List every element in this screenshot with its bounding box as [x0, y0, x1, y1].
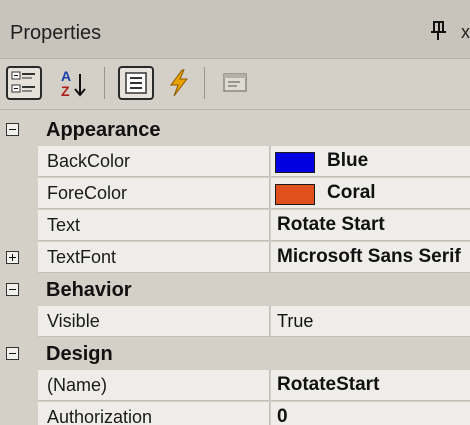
property-row[interactable]: Visible True — [0, 306, 470, 338]
events-button[interactable] — [162, 66, 198, 100]
properties-toolbar: A Z — [0, 59, 470, 110]
collapse-icon[interactable] — [6, 283, 19, 296]
svg-text:Z: Z — [61, 83, 70, 99]
category-design[interactable]: Design — [0, 338, 470, 370]
property-name: Visible — [47, 311, 100, 331]
property-value-cell[interactable]: Coral — [271, 178, 470, 209]
property-name: Authorization — [47, 407, 153, 425]
panel-titlebar: Properties x — [0, 0, 470, 59]
property-row[interactable]: Authorization 0 — [0, 402, 470, 425]
property-name: TextFont — [47, 247, 117, 267]
property-value: 0 — [277, 406, 288, 425]
panel-title: Properties — [10, 22, 102, 44]
property-value: Coral — [327, 182, 376, 203]
property-value: Blue — [327, 150, 369, 171]
category-label: Behavior — [46, 279, 132, 301]
collapse-icon[interactable] — [6, 123, 19, 136]
property-name: ForeColor — [47, 183, 128, 203]
alphabetical-button[interactable]: A Z — [58, 66, 94, 100]
svg-text:A: A — [61, 68, 71, 84]
expand-icon[interactable] — [6, 251, 19, 264]
property-row[interactable]: (Name) RotateStart — [0, 370, 470, 402]
property-value-cell[interactable]: 0 — [271, 402, 470, 425]
property-pages-button[interactable] — [218, 66, 254, 100]
property-name: (Name) — [47, 375, 108, 395]
property-row[interactable]: BackColor Blue — [0, 146, 470, 178]
property-value-cell[interactable]: Microsoft Sans Serif — [271, 242, 470, 273]
property-name: BackColor — [47, 151, 131, 171]
property-value: Microsoft Sans Serif — [277, 246, 461, 267]
property-value-cell[interactable]: RotateStart — [271, 370, 470, 401]
category-appearance[interactable]: Appearance — [0, 114, 470, 146]
collapse-icon[interactable] — [6, 347, 19, 360]
property-value-cell[interactable]: Rotate Start — [271, 210, 470, 241]
color-swatch — [275, 152, 315, 173]
close-icon[interactable]: x — [461, 22, 470, 43]
property-row[interactable]: TextFont Microsoft Sans Serif — [0, 242, 470, 274]
property-value-cell[interactable]: Blue — [271, 146, 470, 177]
property-row[interactable]: ForeColor Coral — [0, 178, 470, 210]
category-behavior[interactable]: Behavior — [0, 274, 470, 306]
property-row[interactable]: Text Rotate Start — [0, 210, 470, 242]
pin-icon[interactable] — [428, 20, 448, 42]
property-value-cell[interactable]: True — [271, 306, 470, 337]
category-label: Appearance — [46, 119, 161, 141]
toolbar-separator — [204, 67, 205, 99]
toolbar-separator — [104, 67, 105, 99]
property-value: RotateStart — [277, 374, 380, 395]
category-label: Design — [46, 343, 113, 365]
properties-button[interactable] — [118, 66, 154, 100]
property-grid: Appearance BackColor Blue ForeColor Cora… — [0, 110, 470, 425]
property-value: True — [277, 311, 314, 331]
categorized-button[interactable] — [6, 66, 42, 100]
property-value: Rotate Start — [277, 214, 385, 235]
color-swatch — [275, 184, 315, 205]
property-name: Text — [47, 215, 81, 235]
properties-panel: Properties x A Z Appearance BackColor Bl… — [0, 0, 470, 425]
